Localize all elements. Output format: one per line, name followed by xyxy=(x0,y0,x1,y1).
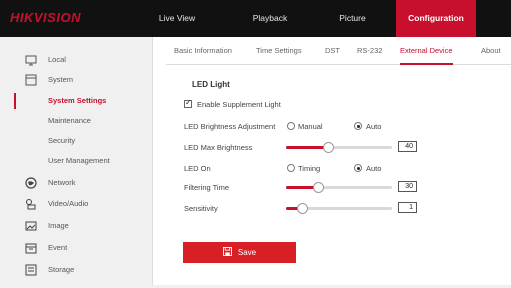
video-audio-icon xyxy=(26,199,36,210)
led-on-auto-label: Auto xyxy=(366,164,382,173)
save-icon xyxy=(222,247,232,256)
sidebar-item-system-settings[interactable]: System Settings xyxy=(0,91,153,111)
sidebar: Local System System Settings Maintenance… xyxy=(0,37,153,288)
sidebar-item-video-audio[interactable]: Video/Audio xyxy=(0,194,153,214)
sidebar-item-label: Image xyxy=(48,221,69,230)
filtering-time-label: Filtering Time xyxy=(184,183,230,192)
system-icon xyxy=(25,74,37,86)
nav-live-view[interactable]: Live View xyxy=(154,0,200,37)
sidebar-item-image[interactable]: Image xyxy=(0,216,153,236)
filtering-time-slider-thumb[interactable] xyxy=(313,182,324,193)
tab-basic-information[interactable]: Basic Information xyxy=(174,37,232,65)
sensitivity-label: Sensitivity xyxy=(184,204,218,213)
sidebar-item-event[interactable]: Event xyxy=(0,238,153,258)
max-brightness-value[interactable]: 40 xyxy=(398,141,417,152)
storage-icon xyxy=(25,264,37,276)
sidebar-item-label: Network xyxy=(48,178,76,187)
brand-logo: HIKVISION xyxy=(10,10,81,25)
sensitivity-value[interactable]: 1 xyxy=(398,202,417,213)
calendar-icon xyxy=(25,243,37,254)
led-on-label: LED On xyxy=(184,164,211,173)
led-on-timing-radio[interactable] xyxy=(287,164,295,172)
sidebar-item-label: Maintenance xyxy=(48,116,91,125)
filtering-time-slider[interactable] xyxy=(286,182,392,193)
led-on-auto-radio[interactable] xyxy=(354,164,362,172)
sidebar-item-label: User Management xyxy=(48,156,110,165)
sidebar-item-label: Security xyxy=(48,136,76,145)
brightness-manual-label: Manual xyxy=(298,122,323,131)
enable-supplement-light-checkbox[interactable] xyxy=(184,98,192,108)
image-icon xyxy=(25,221,37,231)
tab-time-settings[interactable]: Time Settings xyxy=(256,37,302,65)
brightness-auto-radio[interactable] xyxy=(354,122,362,130)
top-navigation-bar: HIKVISION Live View Playback Picture Con… xyxy=(0,0,511,37)
enable-supplement-light-label: Enable Supplement Light xyxy=(197,100,281,109)
nav-picture[interactable]: Picture xyxy=(325,0,380,37)
max-brightness-slider-thumb[interactable] xyxy=(323,142,334,153)
save-button-label: Save xyxy=(237,248,257,257)
brightness-manual-radio[interactable] xyxy=(287,122,295,130)
sidebar-item-security[interactable]: Security xyxy=(0,131,153,151)
tab-about[interactable]: About xyxy=(481,37,501,65)
sensitivity-slider[interactable] xyxy=(286,203,392,214)
tab-external-device[interactable]: External Device xyxy=(400,37,453,65)
filtering-time-value[interactable]: 30 xyxy=(398,181,417,192)
settings-tabs: Basic Information Time Settings DST RS-2… xyxy=(166,37,511,65)
sidebar-item-local[interactable]: Local xyxy=(0,50,153,70)
sidebar-item-system[interactable]: System xyxy=(0,70,153,90)
nav-playback[interactable]: Playback xyxy=(240,0,300,37)
sidebar-item-label: Local xyxy=(48,55,66,64)
max-brightness-label: LED Max Brightness xyxy=(184,143,253,152)
sidebar-item-user-management[interactable]: User Management xyxy=(0,151,153,171)
tab-dst[interactable]: DST xyxy=(325,37,340,65)
sidebar-item-label: Video/Audio xyxy=(48,199,89,208)
sidebar-item-label: System xyxy=(48,75,74,84)
max-brightness-slider-fill xyxy=(286,146,328,149)
nav-configuration[interactable]: Configuration xyxy=(396,0,476,37)
sidebar-item-label: Storage xyxy=(48,265,75,274)
sensitivity-slider-thumb[interactable] xyxy=(297,203,308,214)
globe-icon xyxy=(25,177,37,189)
monitor-icon xyxy=(25,55,37,66)
brightness-adjustment-label: LED Brightness Adjustment xyxy=(184,122,276,131)
sidebar-item-maintenance[interactable]: Maintenance xyxy=(0,111,153,131)
save-button[interactable]: Save xyxy=(183,242,296,263)
tab-rs-232[interactable]: RS-232 xyxy=(357,37,382,65)
led-on-timing-label: Timing xyxy=(298,164,321,173)
sidebar-item-network[interactable]: Network xyxy=(0,173,153,193)
sidebar-item-label: System Settings xyxy=(48,96,107,105)
sidebar-item-label: Event xyxy=(48,243,68,252)
brightness-auto-label: Auto xyxy=(366,122,382,131)
max-brightness-slider[interactable] xyxy=(286,142,392,153)
sidebar-item-storage[interactable]: Storage xyxy=(0,260,153,280)
section-title: LED Light xyxy=(192,80,230,89)
